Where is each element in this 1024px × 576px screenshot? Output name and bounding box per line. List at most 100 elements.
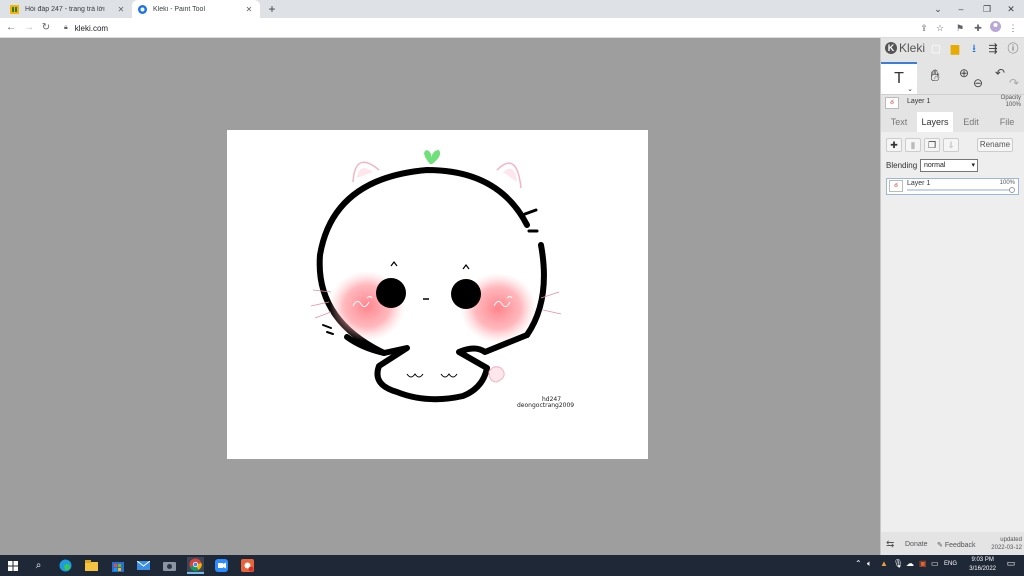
opacity-readout: Opacity 100% bbox=[1001, 95, 1021, 109]
store-icon[interactable] bbox=[109, 557, 126, 574]
layer-opacity-handle[interactable] bbox=[1009, 187, 1015, 193]
tab-search-icon[interactable]: ⌄ bbox=[927, 0, 949, 18]
cat-drawing: hd247 deongoctrang2009 bbox=[310, 150, 574, 409]
kleki-favicon bbox=[138, 4, 147, 14]
zoom-in-icon[interactable]: ⊕ bbox=[957, 66, 971, 80]
undo-icon[interactable]: ↶ bbox=[993, 66, 1007, 80]
feedback-link[interactable]: ✎ Feedback bbox=[937, 541, 976, 549]
layers-panel: ✚ ▮ ❐ ⇓ Rename Blending normal ▾ ఠ Layer… bbox=[881, 132, 1024, 532]
reload-icon[interactable]: ↻ bbox=[39, 21, 53, 35]
new-image-icon[interactable]: ▢ bbox=[929, 42, 943, 56]
tab-file[interactable]: File bbox=[989, 112, 1024, 132]
current-layer-header[interactable]: ఠ Layer 1 Opacity 100% bbox=[881, 94, 1024, 110]
drawing-workspace[interactable]: hd247 deongoctrang2009 bbox=[0, 38, 880, 555]
blending-select[interactable]: normal ▾ bbox=[920, 159, 978, 172]
close-tab-icon[interactable]: ✕ bbox=[116, 5, 126, 14]
bookmark-star-icon[interactable]: ☆ bbox=[933, 21, 947, 35]
close-window-button[interactable]: ✕ bbox=[1000, 0, 1022, 18]
duplicate-icon: ❐ bbox=[927, 140, 937, 150]
zoom-app-icon[interactable] bbox=[213, 557, 230, 574]
clock-date: 3/16/2022 bbox=[969, 566, 996, 572]
redo-icon[interactable]: ↷ bbox=[1007, 76, 1021, 90]
kleki-footer: ⇆ Donate ✎ Feedback updated 2022-03-12 bbox=[881, 535, 1024, 555]
chevron-down-icon: ▾ bbox=[971, 162, 975, 169]
kleki-side-panel: K Kleki ▢ ▆ ⭳ ⇶ ⓘ T ⌄ ✋︎ ⊕ ⊖ ↶ ↷ ఠ Layer… bbox=[880, 38, 1024, 555]
swap-side-icon[interactable]: ⇆ bbox=[886, 539, 894, 550]
updated-date: 2022-03-12 bbox=[991, 545, 1022, 551]
help-icon[interactable]: ⓘ bbox=[1006, 42, 1020, 56]
restore-button[interactable]: ❐ bbox=[976, 0, 998, 18]
open-folder-icon[interactable]: ▆ bbox=[948, 42, 962, 56]
tab-edit[interactable]: Edit bbox=[953, 112, 989, 132]
screen: Hỏi đáp 247 - trang trả lời ✕ Kleki - Pa… bbox=[0, 0, 1024, 576]
opacity-label: Opacity bbox=[1000, 95, 1021, 101]
layer-thumbnail: ఠ bbox=[885, 97, 899, 109]
speaker-icon[interactable]: 🔈︎ bbox=[867, 559, 872, 569]
edge-browser-icon[interactable] bbox=[57, 557, 74, 574]
text-tool-button[interactable]: T ⌄ bbox=[881, 62, 917, 94]
browser-toolbar: ← → ↻ 🔒︎ kleki.com ⇪ ☆ ⚑ ✚ ⋮ bbox=[0, 18, 1024, 38]
back-arrow-icon[interactable]: ← bbox=[4, 21, 18, 35]
duplicate-layer-button[interactable]: ❐ bbox=[924, 138, 940, 152]
paint-app-icon[interactable] bbox=[239, 557, 256, 574]
zoom-out-icon[interactable]: ⊖ bbox=[971, 76, 985, 90]
windows-start-icon[interactable] bbox=[4, 557, 21, 574]
profile-avatar-icon[interactable] bbox=[988, 21, 1002, 35]
tool-row: T ⌄ ✋︎ ⊕ ⊖ ↶ ↷ bbox=[881, 62, 1024, 94]
kleki-logo[interactable]: K Kleki bbox=[885, 41, 925, 55]
taskbar-clock[interactable]: 9:03 PM 3/16/2022 bbox=[969, 556, 996, 574]
vlc-tray-icon[interactable]: ▲ bbox=[880, 559, 888, 568]
hoidap-favicon bbox=[10, 4, 19, 14]
layer-opacity: 100% bbox=[999, 180, 1015, 186]
donate-link[interactable]: Donate bbox=[905, 541, 928, 548]
feedback-label: Feedback bbox=[944, 542, 976, 549]
network-icon[interactable]: ▭ bbox=[931, 559, 939, 568]
delete-layer-button[interactable]: ▮ bbox=[905, 138, 921, 152]
browser-tab-hoidap[interactable]: Hỏi đáp 247 - trang trả lời ✕ bbox=[4, 0, 132, 18]
camera-icon[interactable] bbox=[161, 557, 178, 574]
blending-label: Blending bbox=[886, 161, 918, 170]
kleki-brand-label: Kleki bbox=[899, 41, 926, 55]
hand-icon: ✋︎ bbox=[930, 68, 940, 85]
cloud-icon[interactable]: ☁ bbox=[906, 559, 914, 568]
show-hidden-icons-chevron[interactable]: ⌃ bbox=[855, 559, 862, 568]
hand-tool-button[interactable]: ✋︎ bbox=[917, 62, 953, 94]
language-indicator[interactable]: ENG bbox=[944, 561, 957, 567]
opacity-value: 100% bbox=[1005, 102, 1021, 108]
signature-line-2: deongoctrang2009 bbox=[517, 402, 574, 409]
chrome-icon[interactable] bbox=[187, 557, 204, 574]
mail-icon[interactable] bbox=[135, 557, 152, 574]
browser-tab-strip: Hỏi đáp 247 - trang trả lời ✕ Kleki - Pa… bbox=[0, 0, 1024, 18]
layer-list-item[interactable]: ఠ Layer 1 100% bbox=[886, 178, 1019, 195]
share-icon[interactable]: ⇪ bbox=[917, 21, 931, 35]
microphone-icon[interactable]: 🎙︎ bbox=[893, 559, 903, 568]
extensions-puzzle-icon[interactable]: ✚ bbox=[971, 21, 985, 35]
forward-arrow-icon[interactable]: → bbox=[22, 21, 36, 35]
drawing-canvas[interactable]: hd247 deongoctrang2009 bbox=[227, 130, 648, 459]
notification-icon[interactable]: ▭ bbox=[1004, 558, 1018, 572]
rename-button[interactable]: Rename bbox=[977, 138, 1013, 152]
share-icon[interactable]: ⇶ bbox=[986, 42, 1000, 56]
merge-layer-button[interactable]: ⇓ bbox=[943, 138, 959, 152]
chevron-down-icon[interactable]: ⌄ bbox=[907, 86, 913, 94]
minimize-button[interactable]: – bbox=[950, 0, 972, 18]
unikey-tray-icon[interactable]: ▣ bbox=[919, 559, 927, 568]
search-icon[interactable]: ⌕ bbox=[30, 557, 47, 574]
browser-menu-icon[interactable]: ⋮ bbox=[1006, 21, 1020, 35]
add-layer-button[interactable]: ✚ bbox=[886, 138, 902, 152]
layer-thumbnail: ఠ bbox=[889, 180, 903, 192]
browser-tab-kleki[interactable]: Kleki - Paint Tool ✕ bbox=[132, 0, 260, 18]
download-icon[interactable]: ⭳ bbox=[967, 42, 981, 56]
layer-opacity-slider[interactable] bbox=[907, 189, 1014, 191]
tab-text[interactable]: Text bbox=[881, 112, 917, 132]
kleki-logo-icon: K bbox=[885, 42, 897, 54]
extension-flag-icon[interactable]: ⚑ bbox=[953, 21, 967, 35]
windows-taskbar: ⌕ ⌃ 🔈︎ ▲ 🎙︎ ☁ ▣ ▭ ENG 9:03 PM 3/16/2022 … bbox=[0, 555, 1024, 576]
file-explorer-icon[interactable] bbox=[83, 557, 100, 574]
feedback-icon: ✎ bbox=[937, 542, 945, 549]
panel-tabs: Text Layers Edit File bbox=[881, 112, 1024, 132]
close-tab-icon[interactable]: ✕ bbox=[244, 5, 254, 14]
tab-layers[interactable]: Layers bbox=[917, 112, 953, 132]
address-bar[interactable]: 🔒︎ kleki.com bbox=[58, 20, 930, 36]
new-tab-button[interactable]: + bbox=[265, 2, 279, 16]
